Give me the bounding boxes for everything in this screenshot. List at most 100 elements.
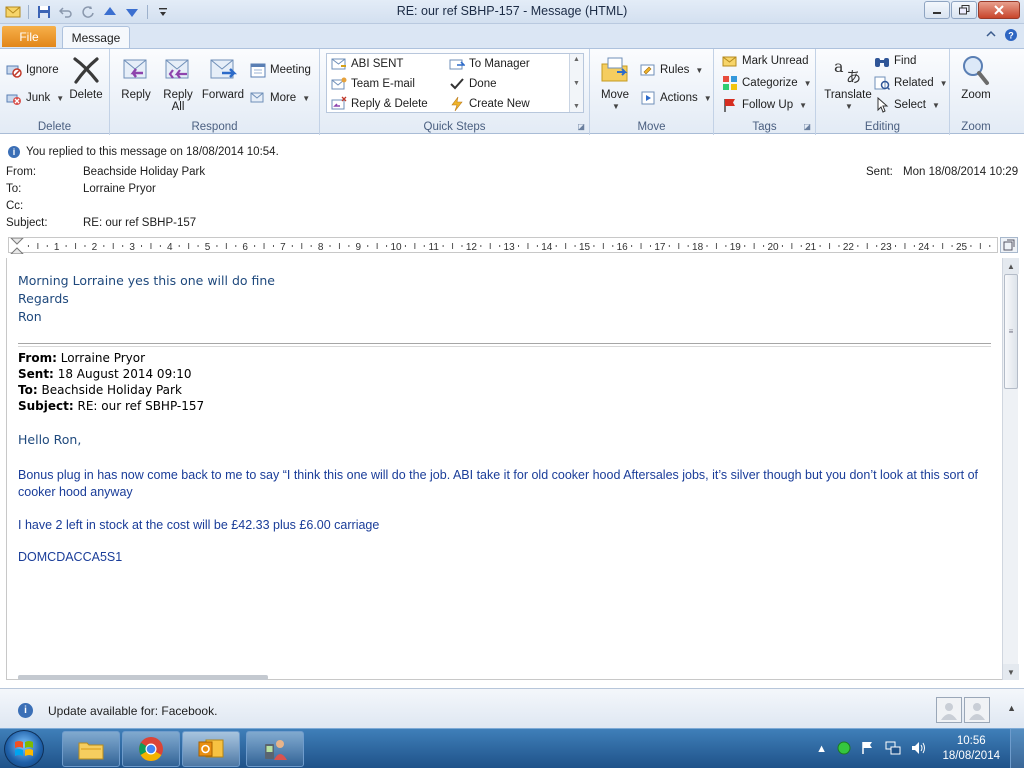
move-button[interactable]: Move ▼ [596, 53, 634, 113]
forward-button[interactable]: Forward [200, 53, 246, 101]
orig-to-value: Beachside Holiday Park [41, 383, 182, 397]
scroll-up-icon[interactable]: ▲ [1003, 258, 1019, 274]
categorize-button[interactable]: Categorize ▼ [722, 74, 812, 92]
quick-step-create-new[interactable]: Create New [449, 95, 530, 113]
quick-step-reply-delete[interactable]: Reply & Delete [331, 95, 428, 113]
person-avatar-icon[interactable] [964, 697, 990, 723]
scroll-down-icon[interactable]: ▼ [1003, 664, 1019, 680]
window-title: RE: our ref SBHP-157 - Message (HTML) [396, 4, 628, 18]
volume-icon[interactable] [911, 741, 927, 758]
minimize-button[interactable] [924, 1, 950, 19]
zoom-button[interactable]: Zoom [956, 53, 996, 101]
chrome-icon [139, 737, 163, 762]
quick-step-abi-sent[interactable]: ABI SENT [331, 55, 403, 73]
show-hidden-icons-icon[interactable]: ▲ [816, 743, 827, 755]
follow-up-button[interactable]: Follow Up ▼ [722, 96, 807, 114]
start-button[interactable] [4, 730, 44, 768]
quick-steps-scrollbar[interactable]: ▲ ▼ ▼ [569, 54, 583, 112]
meeting-button[interactable]: Meeting [250, 61, 311, 79]
ruler-number: 20 [767, 242, 779, 253]
envelope-icon [331, 56, 347, 72]
expand-gallery-icon[interactable]: ▼ [573, 103, 580, 110]
more-respond-button[interactable]: More ▼ [250, 89, 310, 107]
lightning-icon [449, 96, 465, 112]
separator-line [18, 343, 991, 344]
move-group: Move ▼ Rules ▼ Actions ▼ Move [590, 49, 714, 135]
respond-group-label: Respond [191, 121, 238, 133]
quick-step-to-manager[interactable]: To Manager [449, 55, 530, 73]
chevron-down-icon: ▼ [803, 78, 812, 88]
from-value[interactable]: Beachside Holiday Park [83, 166, 205, 178]
tab-file[interactable]: File [2, 26, 56, 47]
chevron-down-icon: ▼ [302, 93, 311, 103]
quick-steps-gallery: ABI SENT To Manager Team E-mail Done Rep… [326, 53, 584, 113]
update-notice[interactable]: Update available for: Facebook. [48, 704, 217, 718]
product-code: DOMCDACCA5S1 [18, 550, 123, 564]
window-controls [924, 1, 1020, 19]
scroll-thumb[interactable]: ≡ [1004, 274, 1018, 389]
reply-line: Morning Lorraine yes this one will do fi… [18, 273, 275, 288]
delete-x-icon [69, 53, 103, 87]
ruler[interactable]: 1 2 3 4 5 6 7 8 9 10 11 12 13 14 15 16 17 18 19 20 21 22 23 24 2… [8, 237, 998, 254]
quick-steps-label: Quick Steps [423, 121, 486, 133]
replied-notice: You replied to this message on 18/08/201… [26, 146, 279, 158]
dialog-launcher-icon[interactable]: ◪ [577, 122, 585, 131]
restore-button[interactable] [951, 1, 977, 19]
horizontal-scroll-thumb[interactable] [18, 675, 268, 680]
zoom-group: Zoom Zoom [950, 49, 1002, 135]
outlook-icon [198, 739, 224, 758]
actions-icon [640, 90, 656, 106]
separator-line [18, 346, 991, 347]
indent-marker[interactable] [10, 238, 24, 254]
app-taskbar-button[interactable] [246, 731, 304, 767]
reply-all-icon [161, 53, 195, 87]
ignore-button[interactable]: Ignore [6, 61, 59, 79]
greeting: Hello Ron, [18, 432, 82, 447]
action-center-flag-icon[interactable] [861, 741, 875, 758]
tab-message[interactable]: Message [62, 26, 130, 48]
chevron-down-icon[interactable]: ▼ [573, 80, 580, 87]
outlook-taskbar-button[interactable] [182, 731, 240, 767]
message-body[interactable]: Morning Lorraine yes this one will do fi… [6, 258, 1002, 680]
actions-button[interactable]: Actions ▼ [640, 89, 712, 107]
status-green-icon[interactable] [837, 741, 851, 758]
explorer-taskbar-button[interactable] [62, 731, 120, 767]
show-desktop-button[interactable] [1010, 729, 1024, 768]
to-value[interactable]: Lorraine Pryor [83, 183, 156, 195]
related-button[interactable]: Related ▼ [874, 74, 948, 92]
ruler-number: 3 [129, 242, 135, 253]
select-button[interactable]: Select ▼ [874, 96, 940, 114]
help-icon[interactable]: ? [1004, 28, 1018, 45]
quick-step-done[interactable]: Done [449, 75, 497, 93]
vertical-scrollbar[interactable]: ▲ ≡ ▼ [1002, 258, 1019, 680]
chrome-taskbar-button[interactable] [122, 731, 180, 767]
chevron-up-icon[interactable]: ▲ [573, 56, 580, 63]
junk-button[interactable]: Junk ▼ [6, 89, 64, 107]
rules-button[interactable]: Rules ▼ [640, 61, 703, 79]
ruler-number: 1 [54, 242, 60, 253]
close-button[interactable] [978, 1, 1020, 19]
find-button[interactable]: Find [874, 52, 916, 70]
minimize-ribbon-icon[interactable] [986, 28, 996, 45]
windows-logo-icon [15, 741, 33, 756]
chevron-down-icon: ▼ [612, 102, 620, 111]
delete-button[interactable]: Delete [66, 53, 106, 101]
ruler-number: 17 [654, 242, 666, 253]
taskbar-clock[interactable]: 10:56 18/08/2014 [942, 734, 1000, 764]
translate-button[interactable]: aあ Translate ▼ [820, 53, 876, 113]
ruler-number: 15 [579, 242, 591, 253]
person-avatar-icon[interactable] [936, 697, 962, 723]
mark-unread-button[interactable]: Mark Unread [722, 52, 808, 70]
quick-step-team-email[interactable]: Team E-mail [331, 75, 415, 93]
reply-all-button[interactable]: Reply All [160, 53, 196, 113]
rules-icon [640, 62, 656, 78]
delete-group-label: Delete [37, 121, 72, 133]
network-icon[interactable] [885, 741, 901, 758]
orig-sent-label: Sent: [18, 367, 54, 381]
reply-button[interactable]: Reply [118, 53, 154, 101]
orig-to-label: To: [18, 383, 38, 397]
ruler-toggle-icon[interactable] [1000, 237, 1018, 253]
ruler-number: 6 [242, 242, 248, 253]
dialog-launcher-icon[interactable]: ◪ [803, 122, 811, 131]
expand-people-pane-icon[interactable]: ▲ [1007, 703, 1016, 713]
